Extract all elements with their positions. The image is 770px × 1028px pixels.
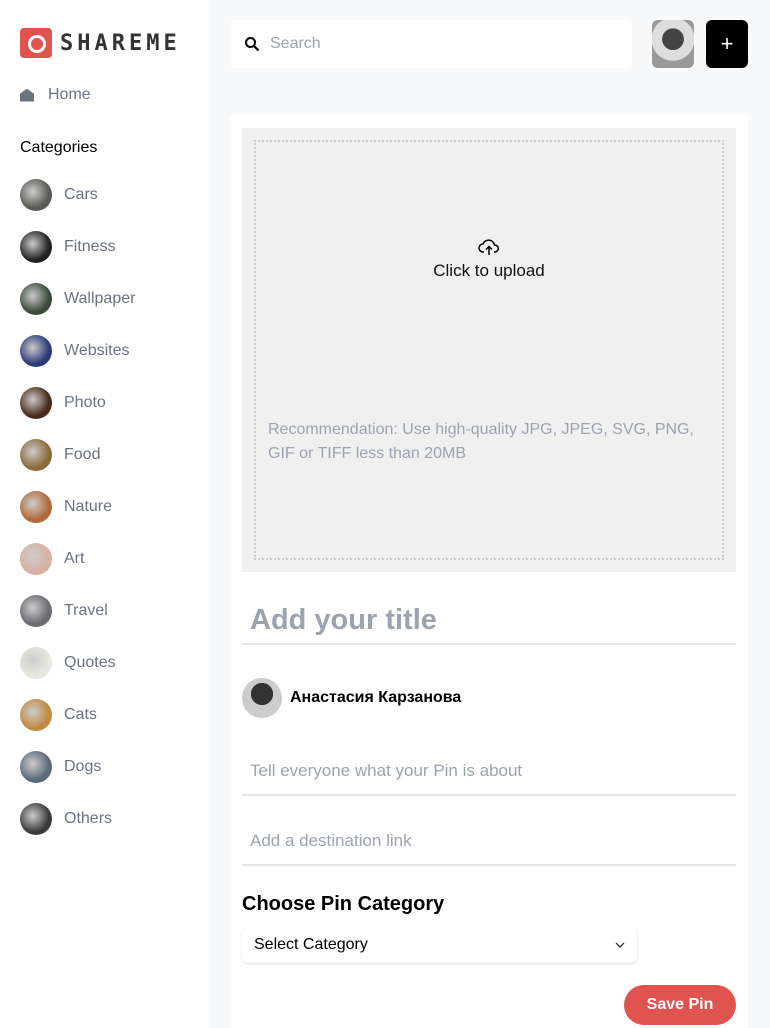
category-image: [20, 647, 52, 679]
sidebar-item-wallpaper[interactable]: Wallpaper: [20, 283, 135, 335]
category-label: Cars: [64, 186, 98, 203]
category-label: Food: [64, 446, 101, 463]
category-image: [20, 335, 52, 367]
category-label: Fitness: [64, 238, 116, 255]
category-image: [20, 439, 52, 471]
category-list: Cars Fitness Wallpaper Websites Photo Food Nat…: [20, 179, 135, 855]
user-avatar[interactable]: [652, 20, 694, 68]
sidebar: SHAREME Home Categories Cars Fitness Wallp…: [0, 0, 210, 1028]
create-pin-button[interactable]: +: [706, 20, 748, 68]
create-pin-form: Click to upload Recommendation: Use high…: [230, 115, 748, 1028]
search-input[interactable]: [270, 35, 610, 53]
category-selected: Select Category: [254, 936, 368, 953]
sidebar-item-fitness[interactable]: Fitness: [20, 231, 135, 283]
search-icon: [245, 37, 260, 52]
category-label: Others: [64, 810, 113, 827]
category-image: [20, 179, 52, 211]
category-heading: Choose Pin Category: [242, 893, 445, 915]
sidebar-item-dogs[interactable]: Dogs: [20, 751, 135, 803]
category-image: [20, 283, 52, 315]
sidebar-item-cars[interactable]: Cars: [20, 179, 135, 231]
user-info: Анастасия Карзанова: [242, 678, 461, 718]
sidebar-item-quotes[interactable]: Quotes: [20, 647, 135, 699]
category-image: [20, 387, 52, 419]
category-select[interactable]: Select Category: [242, 927, 637, 963]
category-image: [20, 543, 52, 575]
destination-link-input[interactable]: Add a destination link: [242, 818, 736, 866]
upload-recommendation: Recommendation: Use high-quality JPG, JP…: [268, 421, 694, 462]
cloud-upload-icon: [478, 239, 499, 255]
search-bar[interactable]: [230, 20, 632, 68]
user-name: Анастасия Карзанова: [290, 689, 462, 706]
category-label: Nature: [64, 498, 113, 515]
sidebar-item-websites[interactable]: Websites: [20, 335, 135, 387]
sidebar-item-home[interactable]: Home: [20, 86, 91, 104]
logo[interactable]: SHAREME: [20, 28, 181, 58]
sidebar-item-nature[interactable]: Nature: [20, 491, 135, 543]
camera-icon: [20, 28, 52, 58]
save-pin-button[interactable]: Save Pin: [624, 985, 736, 1025]
category-label: Travel: [64, 602, 108, 619]
category-label: Dogs: [64, 758, 102, 775]
category-label: Quotes: [64, 654, 116, 671]
about-input[interactable]: Tell everyone what your Pin is about: [242, 748, 736, 796]
sidebar-item-photo[interactable]: Photo: [20, 387, 135, 439]
category-label: Photo: [64, 394, 106, 411]
categories-heading: Categories: [20, 139, 98, 156]
avatar: [242, 678, 282, 718]
category-image: [20, 491, 52, 523]
upload-label: Click to upload: [433, 261, 545, 280]
sidebar-item-food[interactable]: Food: [20, 439, 135, 491]
sidebar-item-others[interactable]: Others: [20, 803, 135, 855]
category-image: [20, 699, 52, 731]
chevron-down-icon: [615, 942, 625, 948]
category-label: Wallpaper: [64, 290, 136, 307]
upload-area[interactable]: Click to upload Recommendation: Use high…: [242, 128, 736, 572]
category-image: [20, 595, 52, 627]
sidebar-item-travel[interactable]: Travel: [20, 595, 135, 647]
category-label: Websites: [64, 342, 130, 359]
sidebar-item-art[interactable]: Art: [20, 543, 135, 595]
sidebar-item-cats[interactable]: Cats: [20, 699, 135, 751]
logo-text: SHAREME: [60, 30, 181, 56]
home-icon: [20, 88, 34, 102]
category-image: [20, 231, 52, 263]
category-label: Art: [64, 550, 85, 567]
category-image: [20, 803, 52, 835]
category-label: Cats: [64, 706, 97, 723]
title-input[interactable]: Add your title: [242, 597, 736, 645]
category-image: [20, 751, 52, 783]
home-label: Home: [48, 86, 91, 103]
